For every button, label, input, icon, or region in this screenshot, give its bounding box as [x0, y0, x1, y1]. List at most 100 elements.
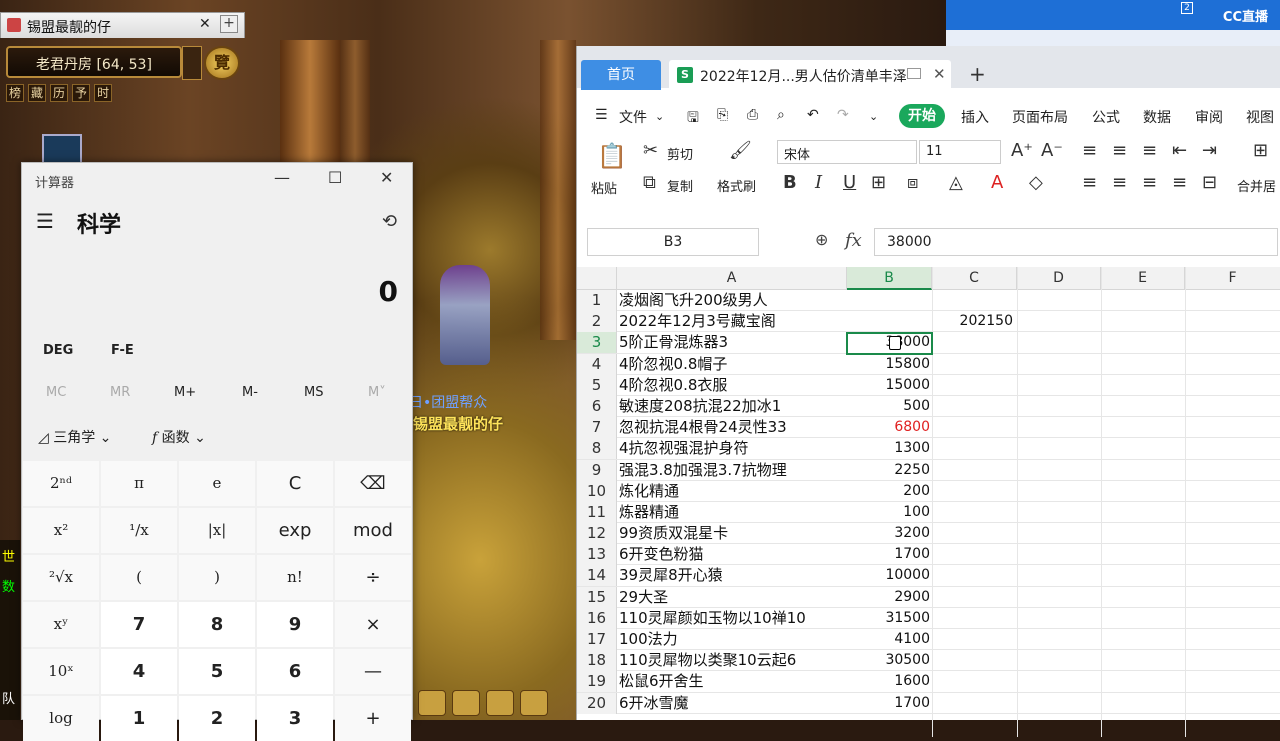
row-number[interactable]: 10	[577, 480, 617, 502]
digit-5-button[interactable]: 5	[179, 649, 255, 694]
row-number[interactable]: 1	[577, 290, 617, 311]
cell-a[interactable]: 6开冰雪魔	[619, 693, 847, 714]
maximize-icon[interactable]: ☐	[328, 168, 342, 187]
log-button[interactable]: log	[23, 696, 99, 741]
row-number[interactable]: 15	[577, 586, 617, 608]
memory-subtract-button[interactable]: M-	[242, 385, 258, 400]
gold-badge-icon[interactable]: 覽	[204, 46, 240, 80]
memory-clear-button[interactable]: MC	[46, 385, 66, 400]
digit-7-button[interactable]: 7	[101, 602, 177, 647]
copy-button[interactable]: 复制	[667, 176, 693, 195]
mini-menu-item[interactable]: 藏	[28, 84, 47, 102]
function-dropdown[interactable]: f 函数 ⌄	[152, 427, 206, 447]
cell-a[interactable]: 39灵犀8开心猿	[619, 565, 847, 586]
formula-input[interactable]: 38000	[874, 228, 1278, 256]
increase-font-icon[interactable]: A⁺	[1011, 140, 1033, 161]
scissors-icon[interactable]: ✂	[643, 140, 658, 161]
minimize-icon[interactable]: —	[274, 168, 290, 187]
cell-b[interactable]: 100	[847, 502, 932, 523]
menu-formula[interactable]: 公式	[1092, 107, 1120, 127]
menu-data[interactable]: 数据	[1143, 107, 1171, 127]
cell-b[interactable]: 1700	[847, 693, 932, 714]
copy-icon[interactable]: ⧉	[643, 172, 656, 193]
table-row[interactable]: 1 凌烟阁飞升200级男人	[577, 290, 1280, 312]
table-row[interactable]: 16 110灵犀颜如玉物以10禅10 31500	[577, 607, 1280, 629]
factorial-button[interactable]: n!	[257, 555, 333, 600]
row-number[interactable]: 19	[577, 671, 617, 693]
name-box[interactable]: B3	[587, 228, 759, 256]
cell-a[interactable]: 松鼠6开舍生	[619, 671, 847, 692]
cell-a[interactable]: 炼化精通	[619, 481, 847, 502]
fill-color-icon[interactable]: ◬	[949, 172, 963, 193]
redo-icon[interactable]: ↷	[837, 107, 849, 123]
digit-9-button[interactable]: 9	[257, 602, 333, 647]
divide-button[interactable]: ÷	[335, 555, 411, 600]
row-number[interactable]: 9	[577, 459, 617, 481]
distribute-icon[interactable]: ⊟	[1202, 172, 1217, 193]
mod-button[interactable]: mod	[335, 508, 411, 553]
close-paren-button[interactable]: )	[179, 555, 255, 600]
cell-b[interactable]: 15000	[847, 375, 932, 396]
memory-list-button[interactable]: M˅	[368, 385, 386, 400]
column-header-e[interactable]: E	[1101, 267, 1185, 290]
cell-a[interactable]: 忽视抗混4根骨24灵性33	[619, 417, 847, 438]
cell-b[interactable]: 31500	[847, 608, 932, 629]
cell-a[interactable]: 凌烟阁飞升200级男人	[619, 290, 847, 311]
memory-store-button[interactable]: MS	[304, 385, 323, 400]
menu-review[interactable]: 审阅	[1195, 107, 1223, 127]
zoom-icon[interactable]: ⊕	[815, 230, 828, 249]
justify-icon[interactable]: ≡	[1172, 172, 1187, 193]
digit-8-button[interactable]: 8	[179, 602, 255, 647]
border-icon[interactable]: ⊞	[871, 172, 886, 193]
align-bottom-icon[interactable]: ≡	[1142, 140, 1157, 161]
clear-button[interactable]: C	[257, 461, 333, 506]
row-number[interactable]: 16	[577, 607, 617, 629]
table-row[interactable]: 7 忽视抗混4根骨24灵性33 6800	[577, 417, 1280, 439]
cell-a[interactable]: 强混3.8加强混3.7抗物理	[619, 460, 847, 481]
table-row[interactable]: 6 敏速度208抗混22加冰1 500	[577, 395, 1280, 418]
cell-a[interactable]: 100法力	[619, 629, 847, 650]
font-color-icon[interactable]: A	[991, 172, 1003, 193]
cell-a[interactable]: 敏速度208抗混22加冰1	[619, 396, 847, 417]
menu-start[interactable]: 开始	[899, 104, 945, 128]
column-header-f[interactable]: F	[1185, 267, 1280, 290]
menu-file[interactable]: 文件	[619, 107, 647, 127]
close-icon[interactable]: ✕	[933, 65, 946, 83]
row-number[interactable]: 11	[577, 501, 617, 523]
align-center-icon[interactable]: ≡	[1112, 172, 1127, 193]
cell-b[interactable]: 2900	[847, 587, 932, 608]
row-number[interactable]: 7	[577, 417, 617, 439]
format-painter-icon[interactable]: 🖌	[729, 140, 752, 161]
column-header-a[interactable]: A	[617, 267, 847, 290]
italic-icon[interactable]: I	[815, 172, 822, 193]
cell-a[interactable]: 炼器精通	[619, 502, 847, 523]
digit-3-button[interactable]: 3	[257, 696, 333, 741]
row-number[interactable]: 4	[577, 353, 617, 375]
player-character[interactable]	[440, 265, 490, 365]
cell-b[interactable]: 1600	[847, 671, 932, 692]
digit-6-button[interactable]: 6	[257, 649, 333, 694]
print-icon[interactable]: ⎙	[747, 107, 758, 123]
cell-b[interactable]: 3200	[847, 523, 932, 544]
align-middle-icon[interactable]: ≡	[1112, 140, 1127, 161]
paste-button[interactable]: 粘贴	[591, 178, 617, 197]
cell-a[interactable]: 6开变色粉猫	[619, 544, 847, 565]
cut-button[interactable]: 剪切	[667, 144, 693, 163]
close-icon[interactable]: ✕	[199, 16, 211, 32]
row-number[interactable]: 3	[577, 332, 617, 354]
menu-icon[interactable]: ☰	[36, 209, 54, 233]
game-action-icon[interactable]	[520, 690, 548, 716]
cell-b[interactable]: 2250	[847, 460, 932, 481]
pi-button[interactable]: π	[101, 461, 177, 506]
table-row[interactable]: 20 6开冰雪魔 1700	[577, 692, 1280, 714]
digit-4-button[interactable]: 4	[101, 649, 177, 694]
menu-insert[interactable]: 插入	[961, 107, 989, 127]
table-row[interactable]: 11 炼器精通 100	[577, 501, 1280, 524]
table-row[interactable]: 12 99资质双混星卡 3200	[577, 523, 1280, 545]
digit-1-button[interactable]: 1	[101, 696, 177, 741]
merge-icon[interactable]: ⊞	[1253, 140, 1268, 161]
font-size-select[interactable]: 11	[919, 140, 1001, 164]
decrease-font-icon[interactable]: A⁻	[1041, 140, 1063, 161]
table-row[interactable]: 2 2022年12月3号藏宝阁 202150	[577, 311, 1280, 333]
ten-power-button[interactable]: 10ˣ	[23, 649, 99, 694]
